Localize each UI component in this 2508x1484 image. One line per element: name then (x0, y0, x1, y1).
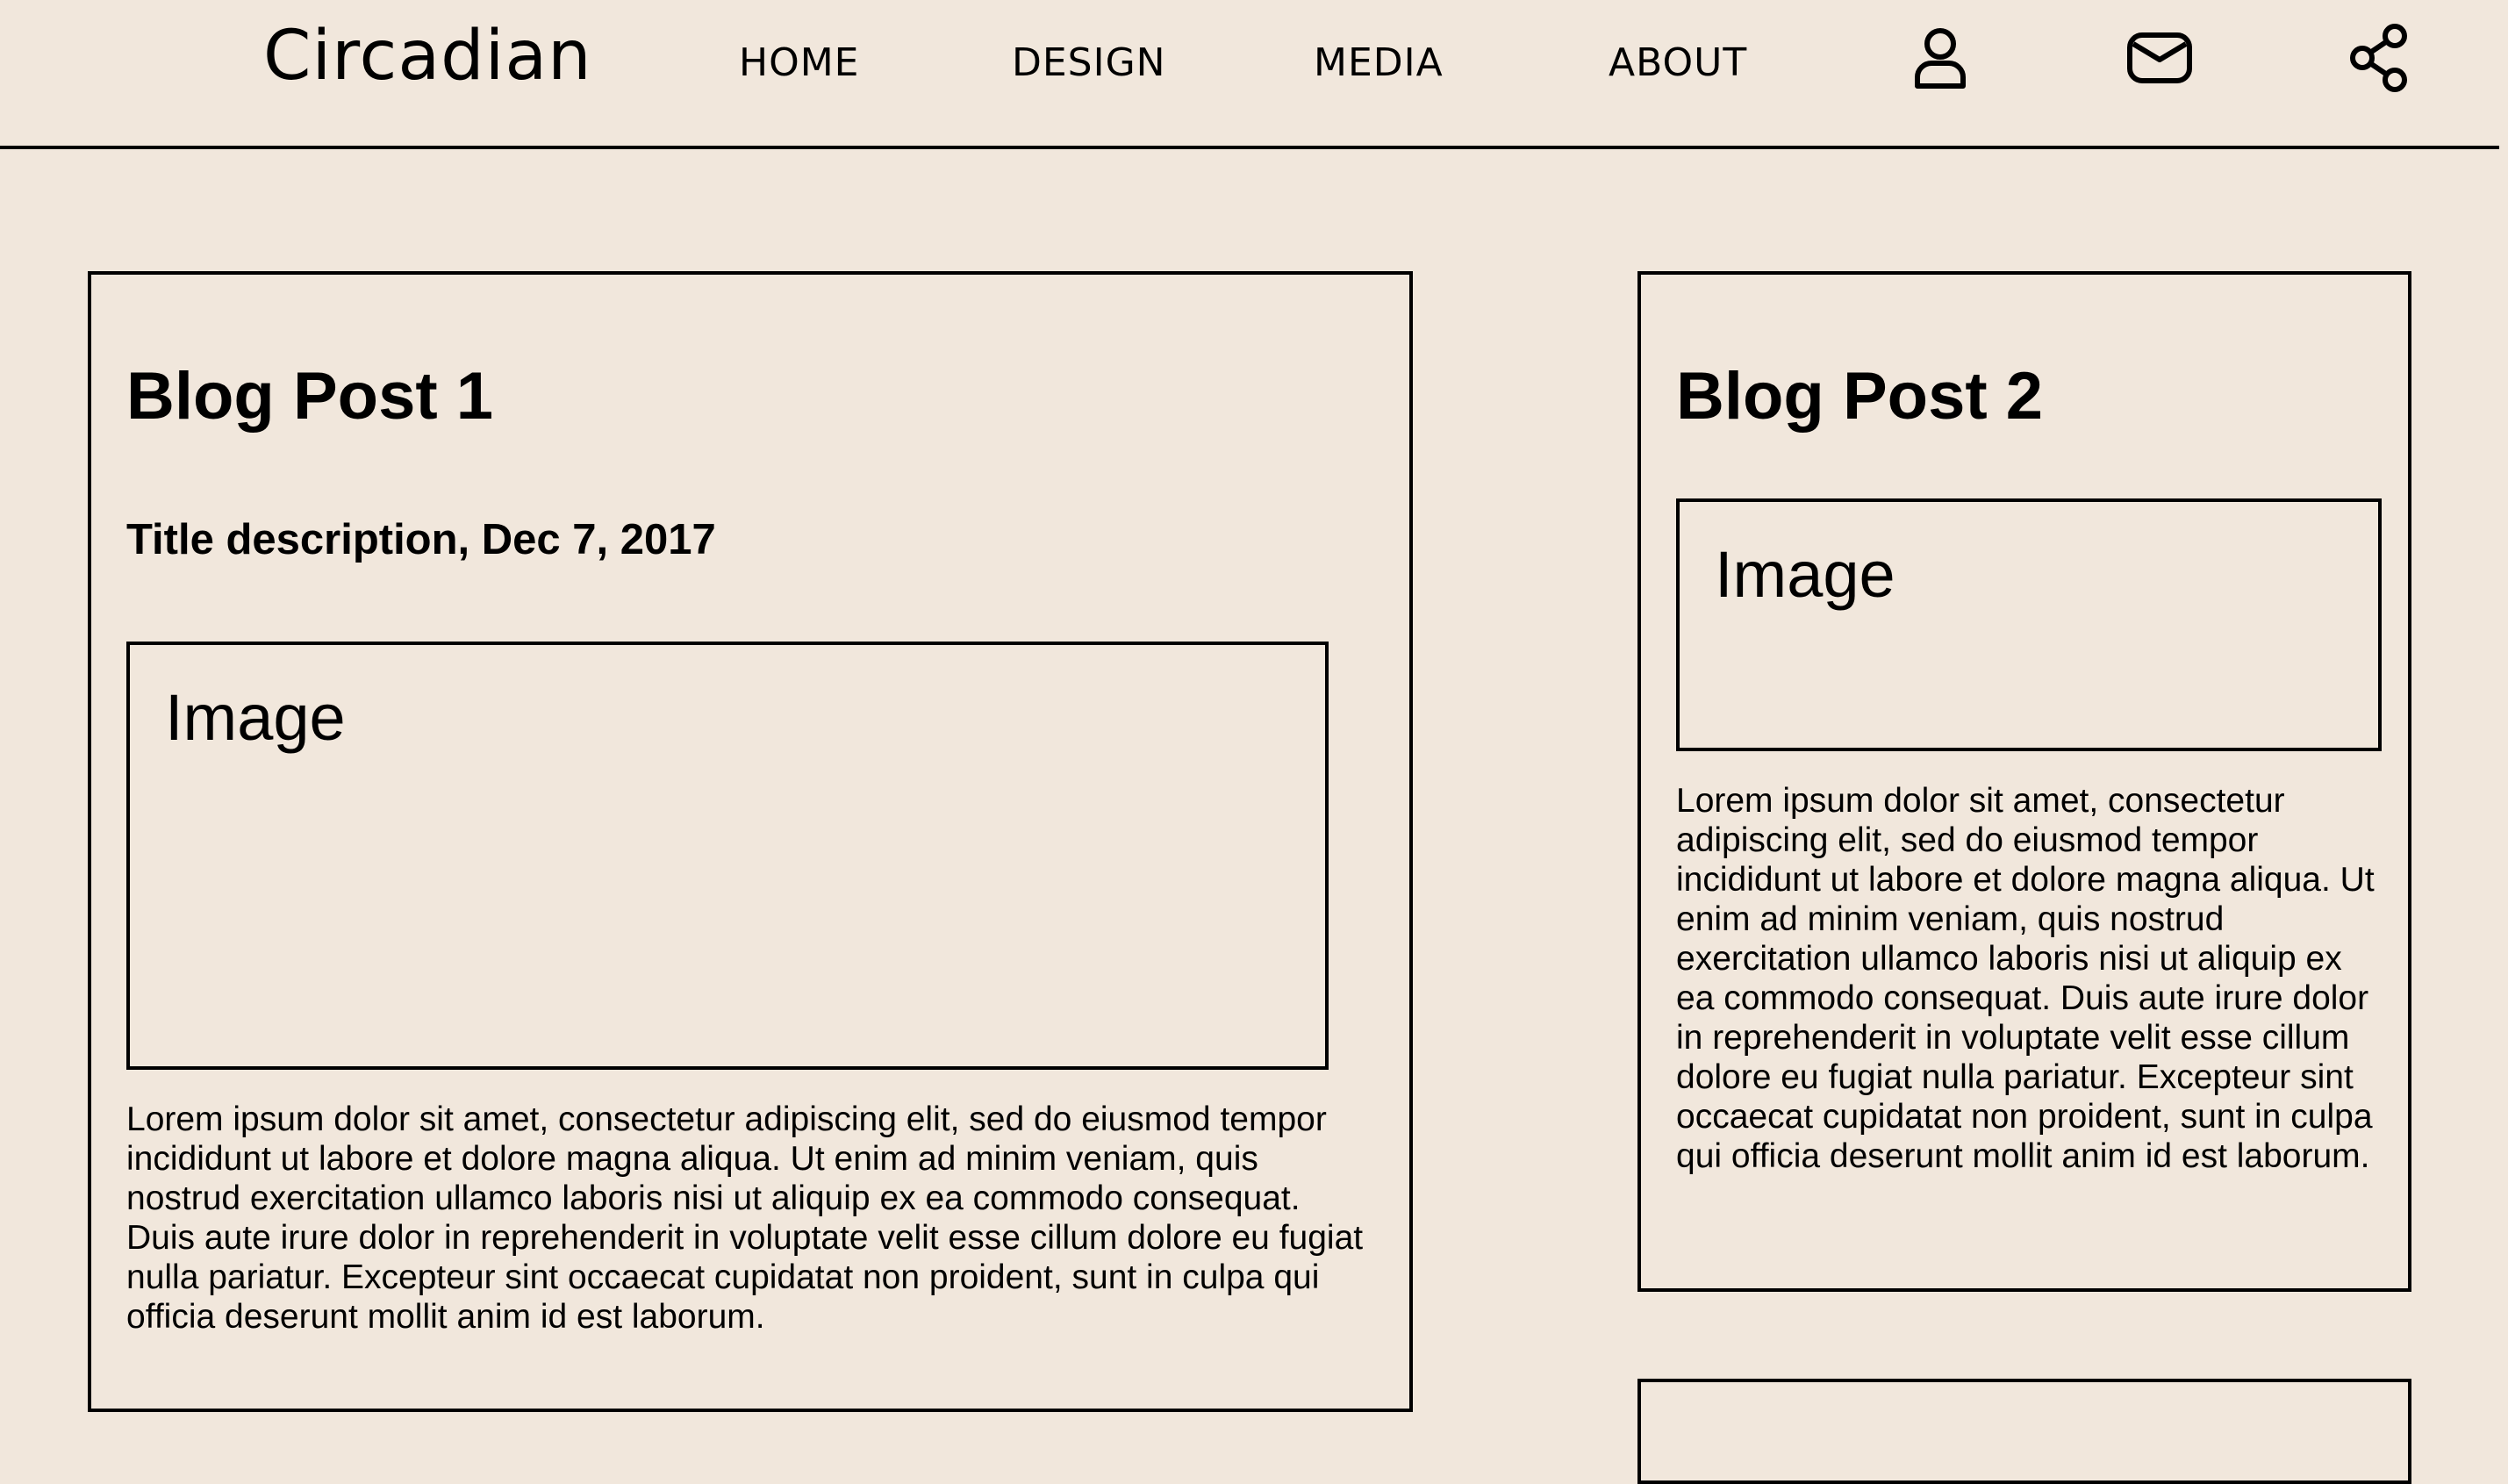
blog-post-card-1[interactable]: Blog Post 1 Title description, Dec 7, 20… (88, 271, 1413, 1412)
nav-media-link[interactable]: MEDIA (1314, 37, 1444, 90)
share-button[interactable] (2344, 23, 2414, 93)
nav-design-link[interactable]: DESIGN (1012, 37, 1166, 90)
mail-button[interactable] (2125, 23, 2195, 93)
blog-post-body: Lorem ipsum dolor sit amet, consectetur … (1676, 782, 2375, 1175)
share-icon (2350, 24, 2407, 92)
blog-post-card-3[interactable] (1637, 1379, 2411, 1484)
image-placeholder: Image (126, 642, 1329, 1070)
nav-about-link[interactable]: ABOUT (1609, 37, 1747, 90)
blog-post-body: Lorem ipsum dolor sit amet, consectetur … (126, 1100, 1364, 1336)
image-label: Image (1715, 538, 1895, 611)
image-label: Image (165, 681, 346, 754)
user-icon (1915, 28, 1966, 89)
mail-icon (2127, 32, 2192, 83)
image-placeholder: Image (1676, 498, 2382, 751)
blog-post-card-2[interactable]: Blog Post 2 Image Lorem ipsum dolor sit … (1637, 271, 2411, 1292)
blog-post-subtitle: Title description, Dec 7, 2017 (126, 516, 716, 563)
site-logo[interactable]: Circadian (263, 12, 592, 100)
blog-post-title: Blog Post 2 (1676, 359, 2044, 434)
nav-home-link[interactable]: HOME (739, 37, 859, 90)
blog-post-title: Blog Post 1 (126, 359, 494, 434)
user-button[interactable] (1905, 23, 1975, 93)
top-header: Circadian HOME DESIGN MEDIA ABOUT (0, 0, 2499, 149)
